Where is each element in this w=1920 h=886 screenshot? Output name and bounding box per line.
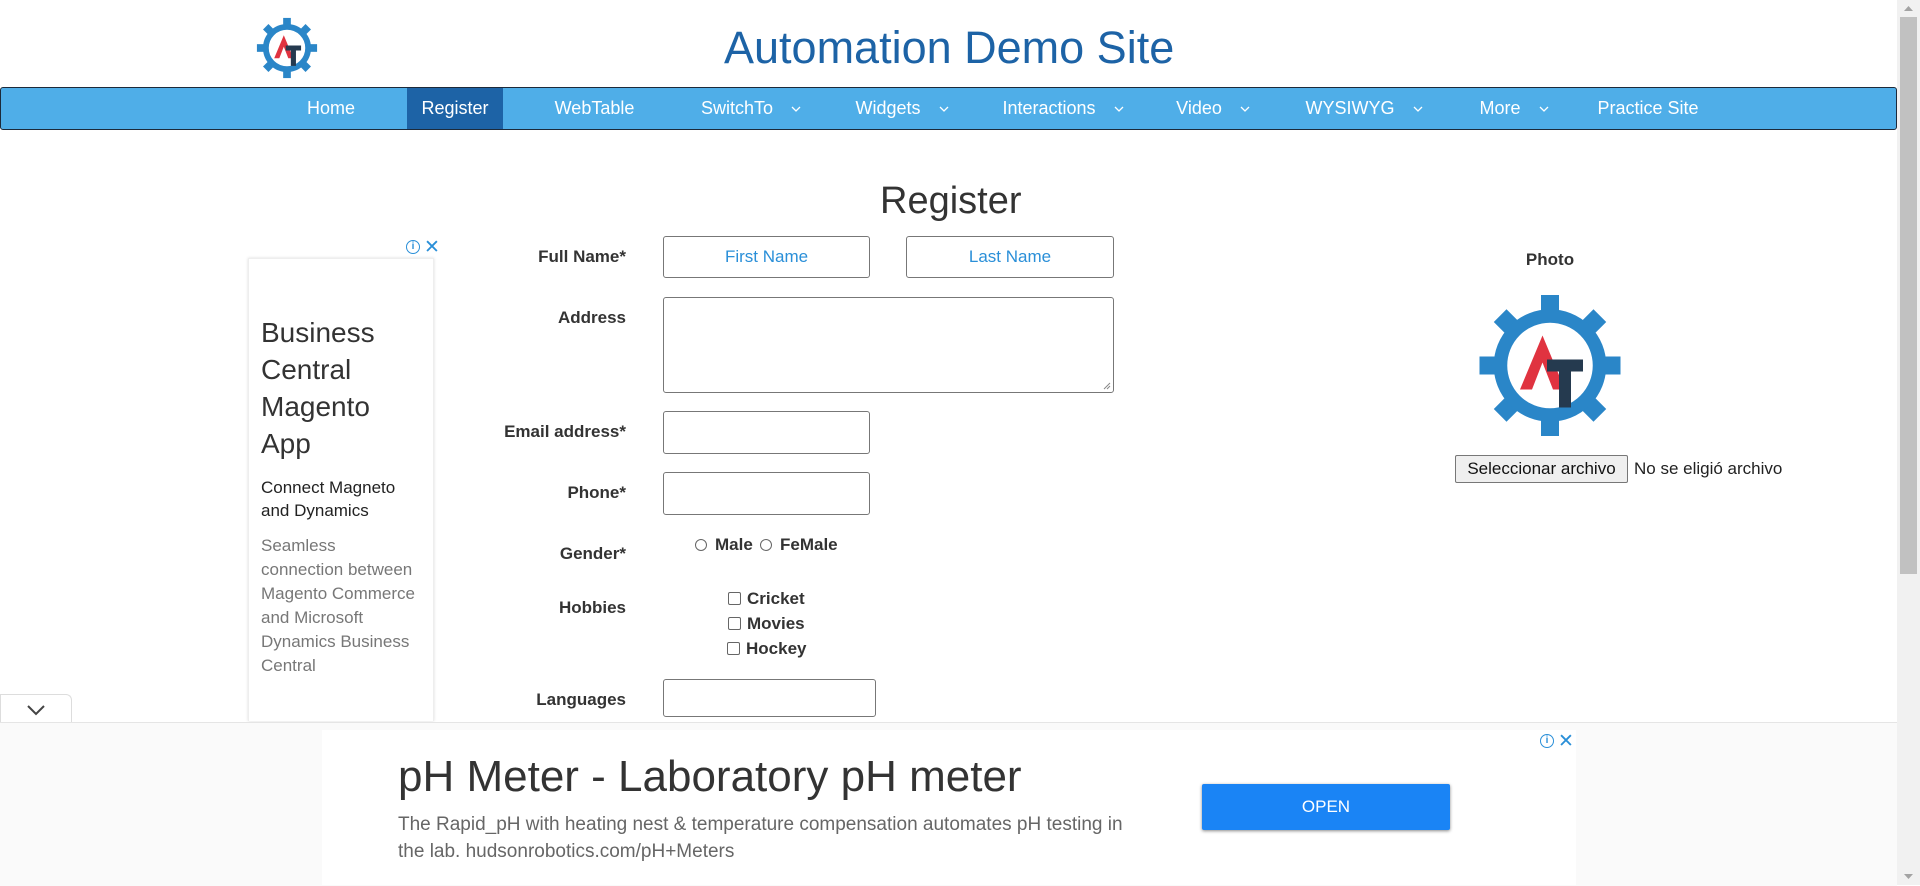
nav-more-label: More [1479,98,1521,118]
chevron-down-icon [1114,106,1123,113]
file-status-text: No se eligió archivo [1634,459,1783,478]
email-input[interactable] [663,411,870,454]
phone-input[interactable] [663,472,870,515]
nav-practice-site-label: Practice Site [1597,98,1699,118]
collapse-ad-tab[interactable] [0,694,72,724]
nav-webtable-label: WebTable [554,98,635,118]
main-navbar: Home Register WebTable SwitchTo Widgets … [0,87,1897,130]
page-title: Register [880,180,1022,222]
resize-handle-icon[interactable] [1102,381,1111,390]
nav-interactions[interactable]: Interactions [993,88,1133,129]
nav-widgets[interactable]: Widgets [847,88,957,129]
nav-register[interactable]: Register [407,88,503,129]
nav-interactions-label: Interactions [1002,98,1096,118]
hobby-hockey-checkbox[interactable] [727,642,740,655]
address-textarea[interactable] [663,297,1114,393]
languages-label: Languages [536,690,626,709]
phone-label: Phone* [567,483,626,502]
nav-wysiwyg-label: WYSIWYG [1305,98,1395,118]
gender-female-radio[interactable] [760,539,772,551]
nav-wysiwyg[interactable]: WYSIWYG [1297,88,1431,129]
bottom-ad-title[interactable]: pH Meter - Laboratory pH meter [398,752,1022,802]
gender-label: Gender* [559,544,626,563]
nav-video[interactable]: Video [1165,88,1261,129]
full-name-label: Full Name* [538,247,626,266]
chevron-down-icon [1240,106,1250,113]
info-icon[interactable]: i [406,240,420,254]
nav-switchto-label: SwitchTo [700,98,774,118]
nav-home[interactable]: Home [291,88,371,129]
nav-more[interactable]: More [1469,88,1559,129]
nav-webtable[interactable]: WebTable [541,88,648,129]
scrollbar-thumb[interactable] [1900,17,1917,574]
hobby-movies-checkbox[interactable] [728,617,741,630]
hobby-cricket-label[interactable]: Cricket [747,589,805,609]
open-button[interactable]: OPEN [1202,784,1450,830]
bottom-ad-description[interactable]: The Rapid_pH with heating nest & tempera… [398,811,1138,865]
nav-video-label: Video [1176,98,1222,118]
chevron-down-icon [791,106,801,113]
site-title: Automation Demo Site [724,22,1175,73]
gender-female-label[interactable]: FeMale [780,535,838,555]
nav-home-label: Home [306,98,355,118]
chevron-down-icon [939,106,948,113]
scroll-down-arrow-icon[interactable] [1897,868,1920,885]
chevron-down-icon [1413,106,1422,113]
nav-switchto[interactable]: SwitchTo [691,88,811,129]
languages-input[interactable] [663,679,876,717]
photo-label: Photo [1525,250,1575,269]
hobbies-label: Hobbies [558,598,626,617]
gender-male-radio[interactable] [695,539,707,551]
site-logo[interactable] [255,16,319,80]
nav-register-label: Register [421,98,489,118]
photo-preview-image [1479,295,1621,436]
ad-title[interactable]: Business Central Magento App [249,314,433,462]
ad-subtitle[interactable]: Connect Magneto and Dynamics [249,476,433,522]
address-label: Address [557,308,626,327]
first-name-input[interactable]: First Name [663,236,870,278]
choose-file-button[interactable]: Seleccionar archivo [1455,455,1628,483]
hobby-movies-label[interactable]: Movies [747,614,805,634]
close-icon[interactable]: ✕ [1558,730,1574,753]
nav-practice-site[interactable]: Practice Site [1589,88,1707,129]
email-label: Email address* [504,422,626,441]
chevron-down-icon [27,705,45,716]
info-icon[interactable]: i [1540,734,1554,748]
ad-body[interactable]: Seamless connection between Magento Comm… [249,534,433,678]
nav-widgets-label: Widgets [855,98,921,118]
last-name-input[interactable]: Last Name [906,236,1114,278]
left-ad-card[interactable]: Business Central Magento App Connect Mag… [248,258,434,721]
scroll-up-arrow-icon[interactable] [1897,0,1920,17]
hobby-hockey-label[interactable]: Hockey [746,639,806,659]
chevron-down-icon [1539,106,1548,113]
hobby-cricket-checkbox[interactable] [728,592,741,605]
gender-male-label[interactable]: Male [715,535,753,555]
